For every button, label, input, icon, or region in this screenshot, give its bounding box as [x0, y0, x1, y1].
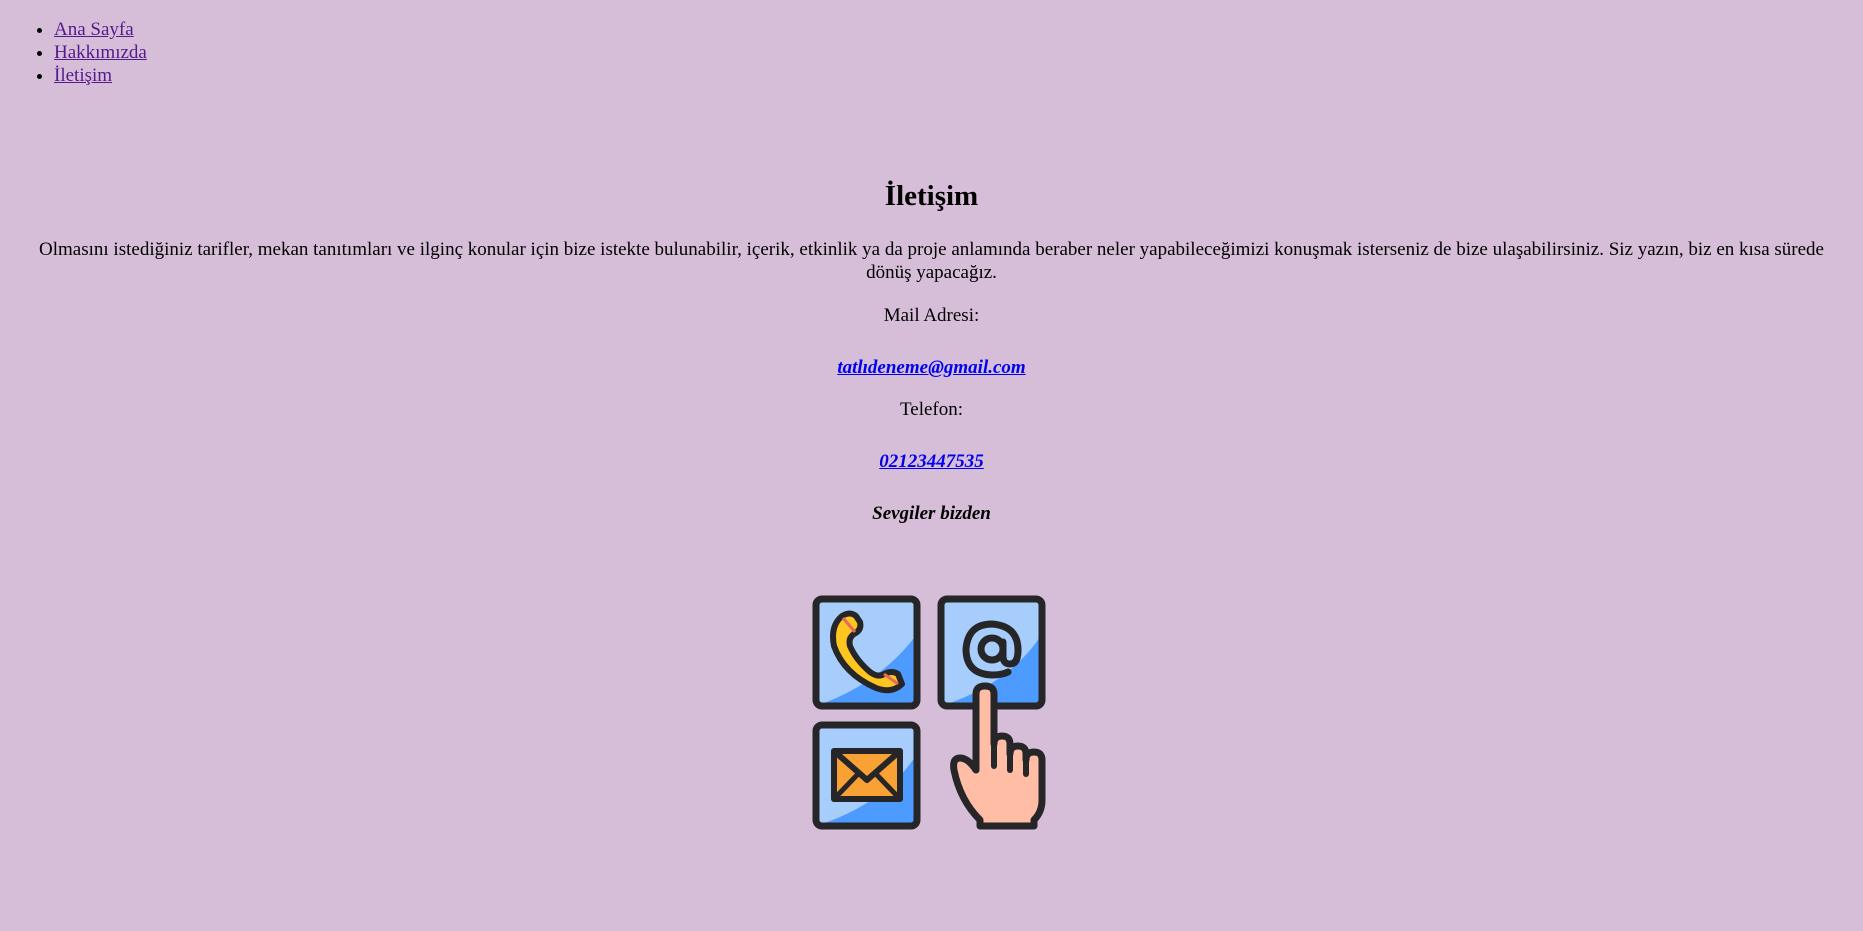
signoff-text: Sevgiler bizden	[872, 503, 991, 524]
nav-item-ana-sayfa: Ana Sayfa	[54, 18, 147, 41]
nav-item-hakkimizda: Hakkımızda	[54, 41, 147, 64]
nav-item-iletisim: İletişim	[54, 64, 147, 87]
intro-text: Olmasını istediğiniz tarifler, mekan tan…	[39, 239, 1824, 283]
contact-illustration	[812, 595, 1046, 830]
mail-value-line: tatlıdeneme@gmail.com	[0, 356, 1863, 379]
page-title: İletişim	[884, 180, 979, 212]
phone-label: Telefon:	[899, 399, 964, 420]
phone-link[interactable]: 02123447535	[879, 451, 984, 472]
main-nav: Ana Sayfa Hakkımızda İletişim	[0, 18, 147, 87]
nav-link-hakkimizda[interactable]: Hakkımızda	[54, 42, 147, 63]
nav-link-ana-sayfa[interactable]: Ana Sayfa	[54, 19, 134, 40]
phone-icon	[812, 595, 921, 710]
phone-value-line: 02123447535	[0, 450, 1863, 473]
envelope-icon	[812, 721, 921, 830]
nav-link-iletisim[interactable]: İletişim	[54, 65, 112, 86]
mail-label: Mail Adresi:	[883, 305, 980, 326]
mail-link[interactable]: tatlıdeneme@gmail.com	[837, 357, 1025, 378]
